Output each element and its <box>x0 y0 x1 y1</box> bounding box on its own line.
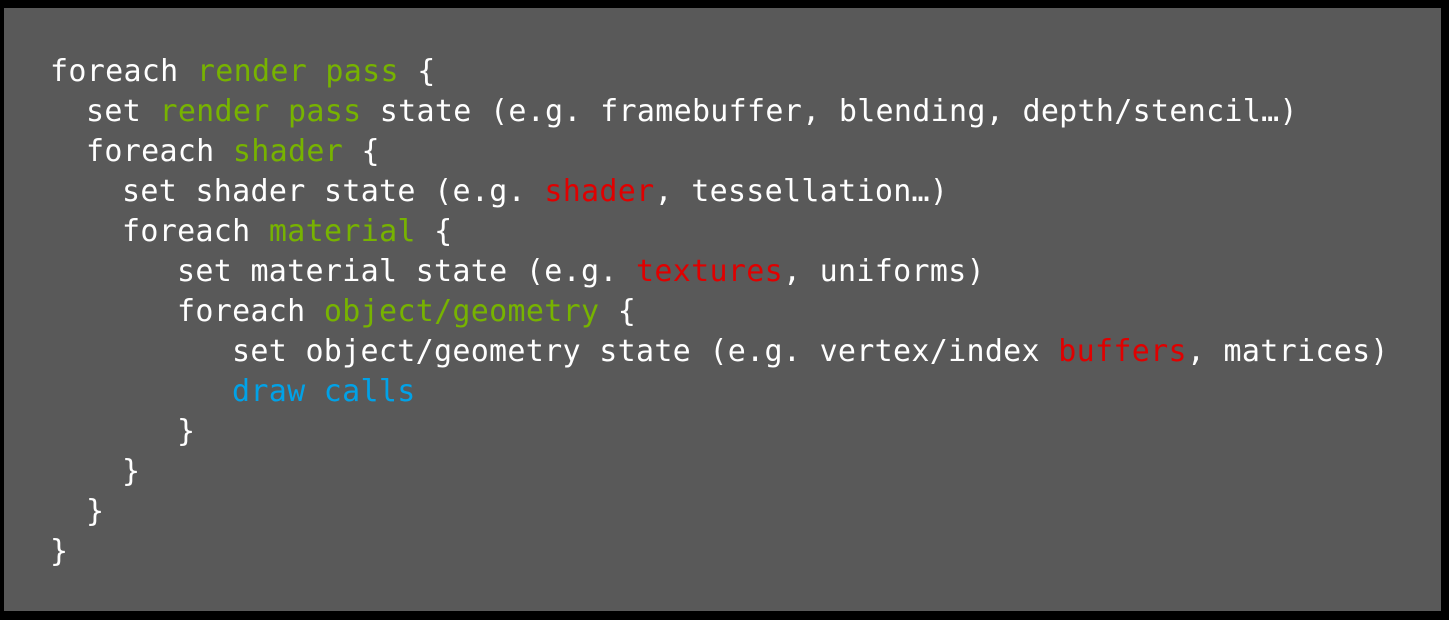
code-loop-variable: shader <box>232 134 344 169</box>
code-text: , uniforms) <box>782 254 985 289</box>
code-line: foreach material { <box>50 212 1389 252</box>
code-line: draw calls <box>50 372 1389 412</box>
code-line: set shader state (e.g. shader, tessellat… <box>50 172 1389 212</box>
code-draw-highlight: draw calls <box>232 374 416 409</box>
code-line: } <box>50 532 1389 572</box>
code-text: } <box>122 454 141 489</box>
code-state-highlight: buffers <box>1058 334 1187 369</box>
code-loop-variable: object/geometry <box>323 294 600 329</box>
code-text: { <box>398 54 436 89</box>
code-text: foreach <box>50 54 197 89</box>
code-line: } <box>50 452 1389 492</box>
code-block: foreach render pass {set render pass sta… <box>50 52 1389 572</box>
code-line: foreach shader { <box>50 132 1389 172</box>
code-text: } <box>177 414 196 449</box>
code-text: foreach <box>86 134 233 169</box>
code-text: set <box>86 94 160 129</box>
code-line: set render pass state (e.g. framebuffer,… <box>50 92 1389 132</box>
code-text: } <box>86 494 105 529</box>
code-text: foreach <box>177 294 324 329</box>
code-text: } <box>50 534 69 569</box>
code-text: set material state (e.g. <box>177 254 637 289</box>
code-text: { <box>599 294 637 329</box>
code-text: { <box>343 134 380 169</box>
code-line: } <box>50 492 1389 532</box>
code-line: foreach object/geometry { <box>50 292 1389 332</box>
code-text: , tessellation…) <box>654 174 949 209</box>
code-line: set object/geometry state (e.g. vertex/i… <box>50 332 1389 372</box>
code-line: foreach render pass { <box>50 52 1389 92</box>
code-state-highlight: shader <box>544 174 655 209</box>
code-panel: foreach render pass {set render pass sta… <box>4 8 1441 611</box>
code-loop-variable: render pass <box>196 54 399 89</box>
code-loop-variable: material <box>268 214 416 249</box>
code-text: { <box>415 214 453 249</box>
code-text: set shader state (e.g. <box>122 174 545 209</box>
code-line: } <box>50 412 1389 452</box>
code-loop-variable: render pass <box>159 94 362 129</box>
code-state-highlight: textures <box>636 254 783 289</box>
code-text: foreach <box>122 214 269 249</box>
code-text: , matrices) <box>1186 334 1389 369</box>
code-text: state (e.g. framebuffer, blending, depth… <box>361 94 1298 129</box>
code-text: set object/geometry state (e.g. vertex/i… <box>232 334 1059 369</box>
code-line: set material state (e.g. textures, unifo… <box>50 252 1389 292</box>
